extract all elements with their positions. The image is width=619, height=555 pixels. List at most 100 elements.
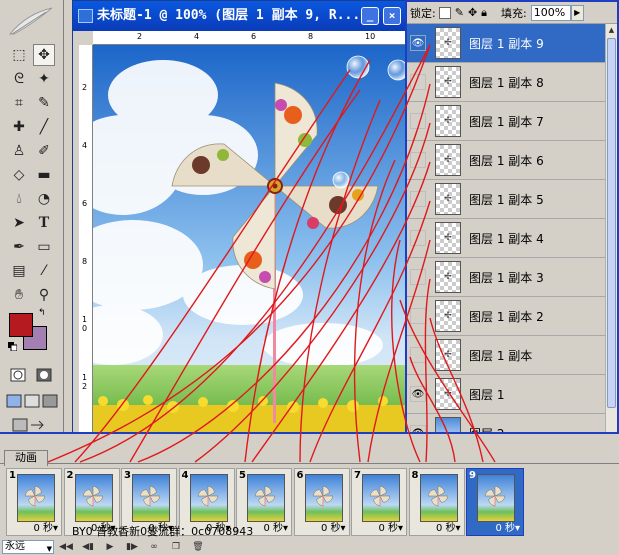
fill-dropdown-arrow-icon[interactable]: ▶ bbox=[570, 4, 584, 21]
eye-icon[interactable]: 👁︎ bbox=[410, 386, 426, 402]
play-icon[interactable]: ▶ bbox=[100, 540, 120, 554]
toolbox: ⬚ ✥ ᘓ ✦ ⌗ ✎ ✚ ╱ ♙ ✐ ◇ ▬ 💧︎ ◔ ➤ T ✒ ▭ ▤ ⁄ ✋︎ ⚲ ↰ bbox=[0, 0, 64, 435]
layer-row[interactable]: ✢ 图层 1 副本 5 bbox=[407, 180, 605, 219]
layer-name: 图层 1 副本 8 bbox=[469, 75, 544, 90]
ruler-tick-label: 2 bbox=[137, 32, 143, 41]
frame-delay-select[interactable]: 0 秒▾ bbox=[295, 522, 349, 535]
scrollbar-thumb[interactable] bbox=[607, 38, 616, 408]
animation-frame[interactable]: 1 0 秒▾ bbox=[6, 468, 62, 536]
history-brush-icon[interactable]: ✐ bbox=[33, 140, 55, 162]
layer-row[interactable]: 👁︎ ✢ 图层 1 副本 9 bbox=[407, 24, 605, 63]
layer-thumbnail: ✢ bbox=[435, 222, 461, 254]
layer-thumbnail: ✢ bbox=[435, 183, 461, 215]
close-button[interactable]: × bbox=[383, 7, 401, 25]
frame-number: 1 bbox=[9, 470, 16, 481]
duplicate-frame-icon[interactable]: ❐ bbox=[166, 540, 186, 554]
visibility-toggle[interactable] bbox=[410, 191, 426, 207]
layer-row[interactable]: ✢ 图层 1 副本 2 bbox=[407, 297, 605, 336]
next-frame-icon[interactable]: ▮▶ bbox=[122, 540, 142, 554]
animation-frame[interactable]: 9 0 秒▾ bbox=[466, 468, 524, 536]
fill-input[interactable]: 100% bbox=[530, 4, 571, 21]
zoom-icon[interactable]: ⚲ bbox=[33, 284, 55, 306]
layer-row[interactable]: ✢ 图层 1 副本 6 bbox=[407, 141, 605, 180]
tween-icon[interactable]: ∞ bbox=[144, 540, 164, 554]
visibility-toggle[interactable] bbox=[410, 347, 426, 363]
visibility-toggle[interactable] bbox=[410, 230, 426, 246]
animation-frame[interactable]: 6 0 秒▾ bbox=[293, 468, 350, 536]
eyedropper-icon[interactable]: ⁄ bbox=[33, 260, 55, 282]
image-canvas[interactable] bbox=[93, 45, 407, 434]
swap-colors-icon[interactable]: ↰ bbox=[38, 308, 46, 318]
screen-mode-full-icon[interactable] bbox=[41, 390, 58, 412]
brush-icon[interactable]: ╱ bbox=[33, 116, 55, 138]
lock-all-icon[interactable]: 🔒︎ bbox=[481, 6, 487, 20]
lock-move-icon[interactable]: ✥ bbox=[468, 6, 477, 19]
path-select-icon[interactable]: ➤ bbox=[8, 212, 30, 234]
minimize-button[interactable]: _ bbox=[361, 7, 379, 25]
lock-transparency-checkbox[interactable] bbox=[438, 6, 451, 19]
lock-brush-icon[interactable]: ✎ bbox=[455, 6, 464, 19]
dodge-icon[interactable]: ◔ bbox=[33, 188, 55, 210]
delete-frame-icon[interactable]: 🗑︎ bbox=[188, 540, 208, 554]
layer-row[interactable]: ✢ 图层 1 副本 7 bbox=[407, 102, 605, 141]
layer-list-scrollbar[interactable]: ▲ ▼ bbox=[605, 24, 617, 442]
stamp-icon[interactable]: ♙ bbox=[8, 140, 30, 162]
tab-animation[interactable]: 动画 bbox=[4, 450, 48, 466]
blur-icon[interactable]: 💧︎ bbox=[8, 188, 30, 210]
animation-frame[interactable]: 8 0 秒▾ bbox=[408, 468, 465, 536]
layer-thumbnail: ✢ bbox=[435, 144, 461, 176]
frame-delay-select[interactable]: 0 秒▾ bbox=[410, 522, 464, 535]
layer-row[interactable]: ✢ 图层 1 副本 4 bbox=[407, 219, 605, 258]
layer-thumbnail: ✢ bbox=[435, 261, 461, 293]
layer-row[interactable]: ✢ 图层 1 副本 3 bbox=[407, 258, 605, 297]
layer-name: 图层 1 副本 3 bbox=[469, 270, 544, 285]
visibility-toggle[interactable] bbox=[410, 113, 426, 129]
crop-icon[interactable]: ⌗ bbox=[8, 92, 30, 114]
previous-frame-icon[interactable]: ◀▮ bbox=[78, 540, 98, 554]
ruler-tick-label: 2 bbox=[82, 83, 88, 92]
standard-mode-icon[interactable] bbox=[7, 364, 29, 386]
frame-delay-select[interactable]: 0 秒▾ bbox=[7, 522, 61, 535]
eraser-icon[interactable]: ◇ bbox=[8, 164, 30, 186]
visibility-toggle[interactable] bbox=[410, 74, 426, 90]
shape-icon[interactable]: ▭ bbox=[33, 236, 55, 258]
slice-icon[interactable]: ✎ bbox=[33, 92, 55, 114]
frame-delay-select[interactable]: 0 秒▾ bbox=[352, 522, 406, 535]
healing-icon[interactable]: ✚ bbox=[8, 116, 30, 138]
lasso-icon[interactable]: ᘓ bbox=[8, 68, 30, 90]
visibility-toggle[interactable] bbox=[410, 269, 426, 285]
magic-wand-icon[interactable]: ✦ bbox=[33, 68, 55, 90]
layer-name: 图层 1 副本 2 bbox=[469, 309, 544, 324]
quick-mask-icon[interactable] bbox=[33, 364, 55, 386]
visibility-toggle[interactable] bbox=[410, 308, 426, 324]
screen-mode-standard-icon[interactable] bbox=[5, 390, 22, 412]
layer-row[interactable]: ✢ 图层 1 副本 bbox=[407, 336, 605, 375]
frame-delay-select[interactable]: 0 秒▾ bbox=[467, 522, 523, 535]
type-icon[interactable]: T bbox=[33, 212, 55, 234]
layer-row[interactable]: ✢ 图层 1 副本 8 bbox=[407, 63, 605, 102]
foreground-color-swatch[interactable] bbox=[9, 313, 33, 337]
feather-logo-icon bbox=[8, 7, 53, 35]
document-title-bar[interactable]: 未标题-1 @ 100% (图层 1 副本 9, R... _ × bbox=[73, 1, 407, 31]
move-icon[interactable]: ✥ bbox=[33, 44, 55, 66]
frame-number: 3 bbox=[124, 470, 131, 481]
watermark-text: BY0 普教香新0燮流群：0c0708943 bbox=[72, 525, 254, 538]
ruler-tick-label: 10 bbox=[365, 32, 376, 41]
layer-list: 👁︎ ✢ 图层 1 副本 9 ✢ 图层 1 副本 8 ✢ 图层 1 副本 7 ✢ 图层 1 副本… bbox=[407, 24, 605, 442]
scroll-up-icon[interactable]: ▲ bbox=[606, 24, 617, 36]
eye-icon[interactable]: 👁︎ bbox=[410, 35, 426, 51]
layer-row[interactable]: 👁︎ ✢ 图层 1 bbox=[407, 375, 605, 414]
hand-icon[interactable]: ✋︎ bbox=[8, 284, 30, 306]
default-colors-icon[interactable] bbox=[8, 342, 17, 351]
first-frame-icon[interactable]: ◀◀ bbox=[56, 540, 76, 554]
frame-number: 4 bbox=[181, 470, 189, 481]
animation-frame[interactable]: 7 0 秒▾ bbox=[351, 468, 407, 536]
gradient-icon[interactable]: ▬ bbox=[33, 164, 55, 186]
screen-mode-full-menu-icon[interactable] bbox=[23, 390, 40, 412]
loop-select[interactable]: 永远 ▼ bbox=[2, 540, 54, 554]
pen-icon[interactable]: ✒ bbox=[8, 236, 30, 258]
notes-icon[interactable]: ▤ bbox=[8, 260, 30, 282]
frame-thumbnail bbox=[247, 474, 285, 522]
visibility-toggle[interactable] bbox=[410, 152, 426, 168]
marquee-icon[interactable]: ⬚ bbox=[8, 44, 30, 66]
